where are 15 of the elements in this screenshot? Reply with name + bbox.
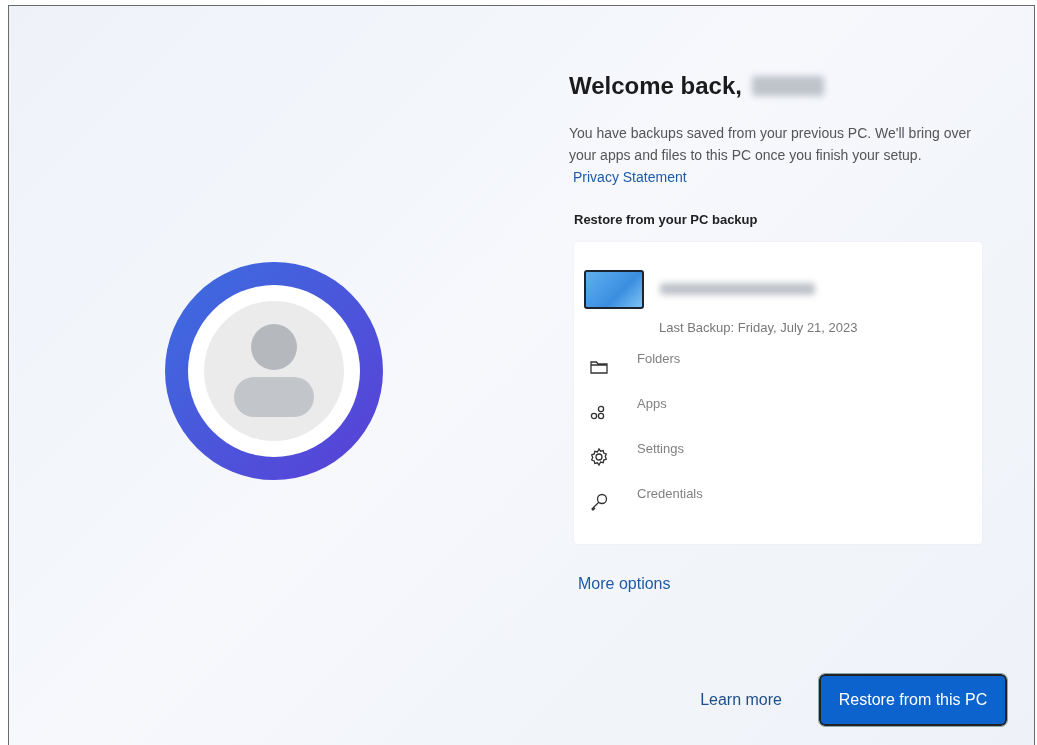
learn-more-button[interactable]: Learn more [696,683,786,716]
backup-item-label: Settings [637,440,684,458]
last-backup-text: Last Backup: Friday, July 21, 2023 [659,318,859,337]
section-heading: Restore from your PC backup [574,211,759,229]
monitor-icon [584,269,644,309]
restore-button[interactable]: Restore from this PC [819,673,1007,726]
key-icon [589,492,609,512]
welcome-title: Welcome back, [569,71,742,101]
gear-icon [589,447,609,467]
privacy-statement-link[interactable]: Privacy Statement [573,169,687,185]
backup-item-label: Apps [637,395,667,413]
more-options-link[interactable]: More options [578,571,671,596]
backup-item-label: Credentials [637,485,703,503]
description-text: You have backups saved from your previous PC. We'll bring over your apps and files to this PC once you finish your setup. Privacy Statement [569,124,972,187]
backup-item-label: Folders [637,350,681,368]
